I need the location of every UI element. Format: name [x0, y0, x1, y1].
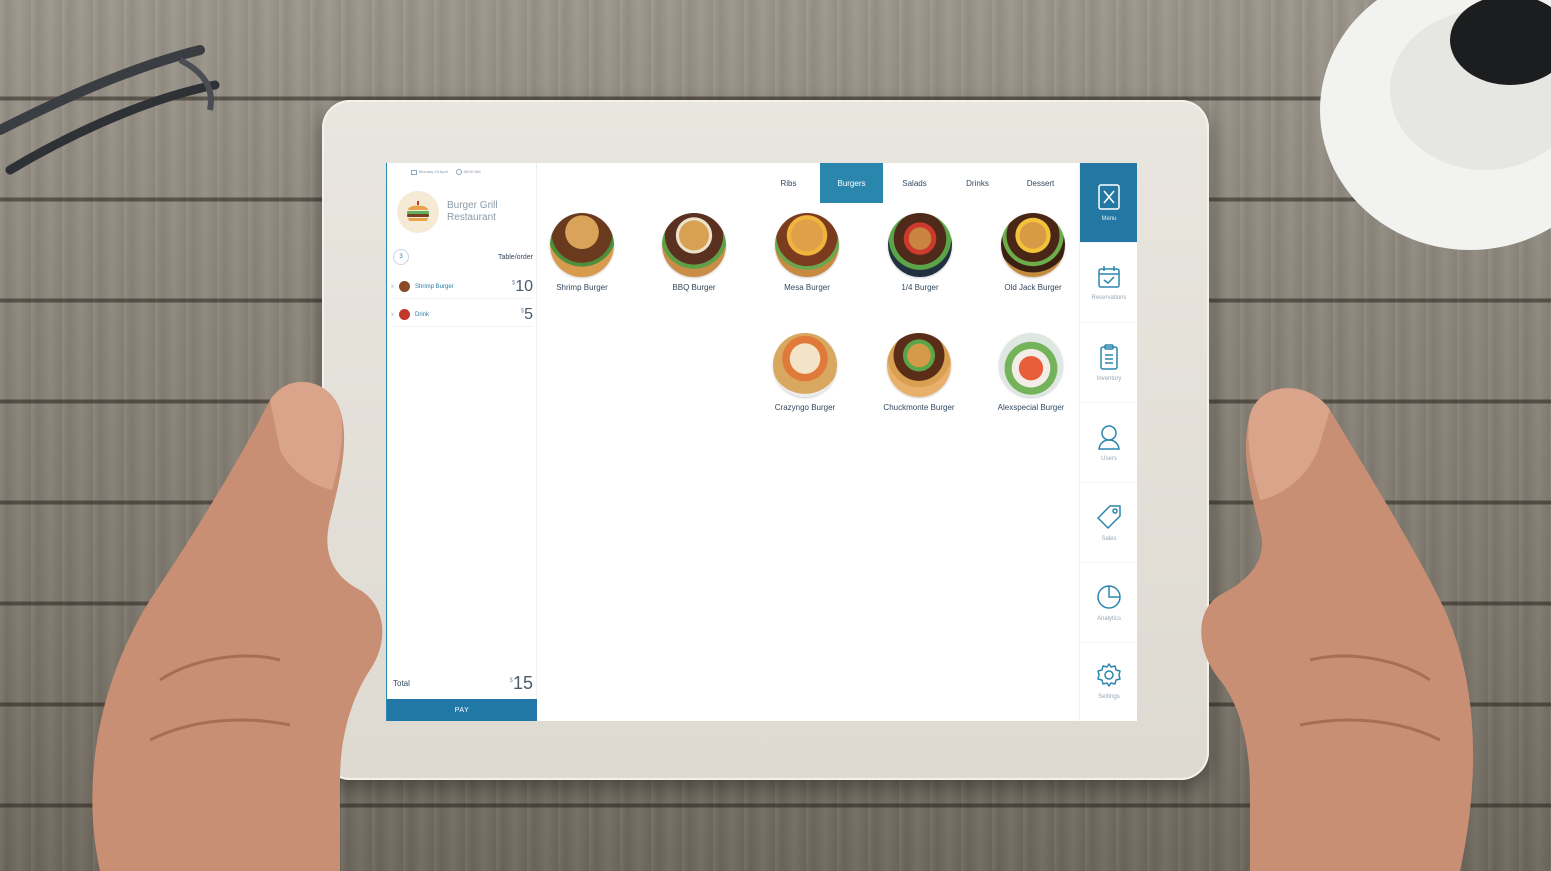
product-photo	[1001, 213, 1065, 277]
pie-chart-icon	[1097, 584, 1121, 609]
table-selector[interactable]: 3 Table/order	[393, 249, 533, 265]
product-card[interactable]: BBQ Burger	[644, 213, 744, 292]
tab-drinks[interactable]: Drinks	[946, 163, 1009, 203]
product-name: Mesa Burger	[784, 283, 830, 292]
restaurant-name-line2: Restaurant	[447, 212, 496, 223]
nav-label-reservations: Reservations	[1091, 294, 1127, 301]
order-total: Total $15	[393, 673, 533, 694]
nav-label-inventory: Inventory	[1096, 375, 1122, 382]
order-item-price: $5	[520, 305, 533, 323]
product-card[interactable]: Shrimp Burger	[532, 213, 632, 292]
product-photo	[550, 213, 614, 277]
order-item-name: Drink	[415, 311, 430, 318]
product-card[interactable]: Mesa Burger	[757, 213, 857, 292]
product-card[interactable]: Crazyngo Burger	[755, 333, 855, 412]
product-name: Chuckmonte Burger	[883, 403, 955, 412]
coffee-cup	[1320, 0, 1551, 250]
time-text: 08:00 AM	[463, 169, 481, 175]
tab-burgers[interactable]: Burgers	[820, 163, 883, 203]
eyeglasses	[0, 45, 220, 175]
product-photo	[888, 213, 952, 277]
product-card[interactable]: Chuckmonte Burger	[869, 333, 969, 412]
tag-icon	[1097, 504, 1121, 529]
pay-button[interactable]: PAY	[387, 699, 537, 721]
left-hand	[92, 381, 383, 871]
product-name: Crazyngo Burger	[774, 403, 836, 412]
product-name: 1/4 Burger	[901, 283, 939, 292]
order-item-price: $10	[511, 277, 533, 295]
nav-label-analytics: Analytics	[1096, 615, 1121, 622]
pos-screen: Monday 04 April 08:00 AM Burger Grill Re…	[386, 163, 1137, 721]
tab-salads[interactable]: Salads	[883, 163, 946, 203]
nav-label-menu: Menu	[1101, 215, 1117, 222]
remove-item-icon[interactable]: x	[391, 312, 399, 318]
item-thumbnail	[399, 281, 410, 292]
product-name: Alexspecial Burger	[997, 403, 1065, 412]
date-text: Monday 04 April	[419, 169, 448, 175]
item-thumbnail	[399, 309, 410, 320]
calendar-icon	[411, 169, 417, 175]
tab-ribs[interactable]: Ribs	[757, 163, 820, 203]
product-name: BBQ Burger	[672, 283, 716, 292]
nav-item-sales[interactable]: Sales	[1080, 483, 1137, 563]
table-order-label: Table/order	[497, 253, 533, 261]
nav-item-settings[interactable]: Settings	[1080, 641, 1137, 721]
side-navigation: Menu Reservations Inventory Users Sales …	[1079, 163, 1137, 721]
right-hand	[1201, 388, 1474, 871]
product-name: Shrimp Burger	[556, 283, 608, 292]
product-photo	[773, 333, 837, 397]
tab-dessert[interactable]: Dessert	[1009, 163, 1072, 203]
clipboard-icon	[1100, 343, 1118, 370]
product-photo	[999, 333, 1063, 397]
product-card[interactable]: Old Jack Burger	[983, 213, 1083, 292]
order-item[interactable]: x Drink $5	[391, 303, 533, 327]
calendar-check-icon	[1098, 265, 1120, 288]
category-tabs: Ribs Burgers Salads Drinks Dessert	[757, 163, 1072, 203]
product-card[interactable]: 1/4 Burger	[870, 213, 970, 292]
remove-item-icon[interactable]: x	[391, 284, 399, 290]
product-photo	[775, 213, 839, 277]
status-bar: Monday 04 April 08:00 AM	[387, 163, 536, 181]
restaurant-name-line1: Burger Grill	[447, 200, 498, 211]
date-display: Monday 04 April	[411, 169, 448, 175]
nav-item-analytics[interactable]: Analytics	[1080, 563, 1137, 643]
product-photo	[662, 213, 726, 277]
product-photo	[887, 333, 951, 397]
order-item[interactable]: x Shrimp Burger $10	[391, 275, 533, 299]
nav-item-menu[interactable]: Menu	[1080, 163, 1137, 243]
nav-item-reservations[interactable]: Reservations	[1080, 243, 1137, 323]
clock-icon	[455, 169, 462, 175]
order-panel: Monday 04 April 08:00 AM Burger Grill Re…	[387, 163, 537, 721]
gear-icon	[1097, 663, 1121, 687]
product-name: Old Jack Burger	[1004, 283, 1062, 292]
order-item-name: Shrimp Burger	[415, 283, 454, 290]
nav-label-users: Users	[1101, 455, 1117, 462]
burger-logo-icon	[397, 191, 439, 233]
nav-label-settings: Settings	[1098, 694, 1120, 700]
nav-item-inventory[interactable]: Inventory	[1080, 323, 1137, 403]
time-display: 08:00 AM	[455, 169, 481, 175]
nav-item-users[interactable]: Users	[1080, 403, 1137, 483]
total-value: $15	[509, 673, 533, 693]
product-card[interactable]: Alexspecial Burger	[981, 333, 1081, 412]
table-number[interactable]: 3	[393, 249, 409, 265]
menu-icon	[1098, 183, 1120, 210]
restaurant-brand: Burger Grill Restaurant	[397, 191, 498, 233]
user-icon	[1098, 424, 1120, 450]
nav-label-sales: Sales	[1101, 535, 1117, 542]
